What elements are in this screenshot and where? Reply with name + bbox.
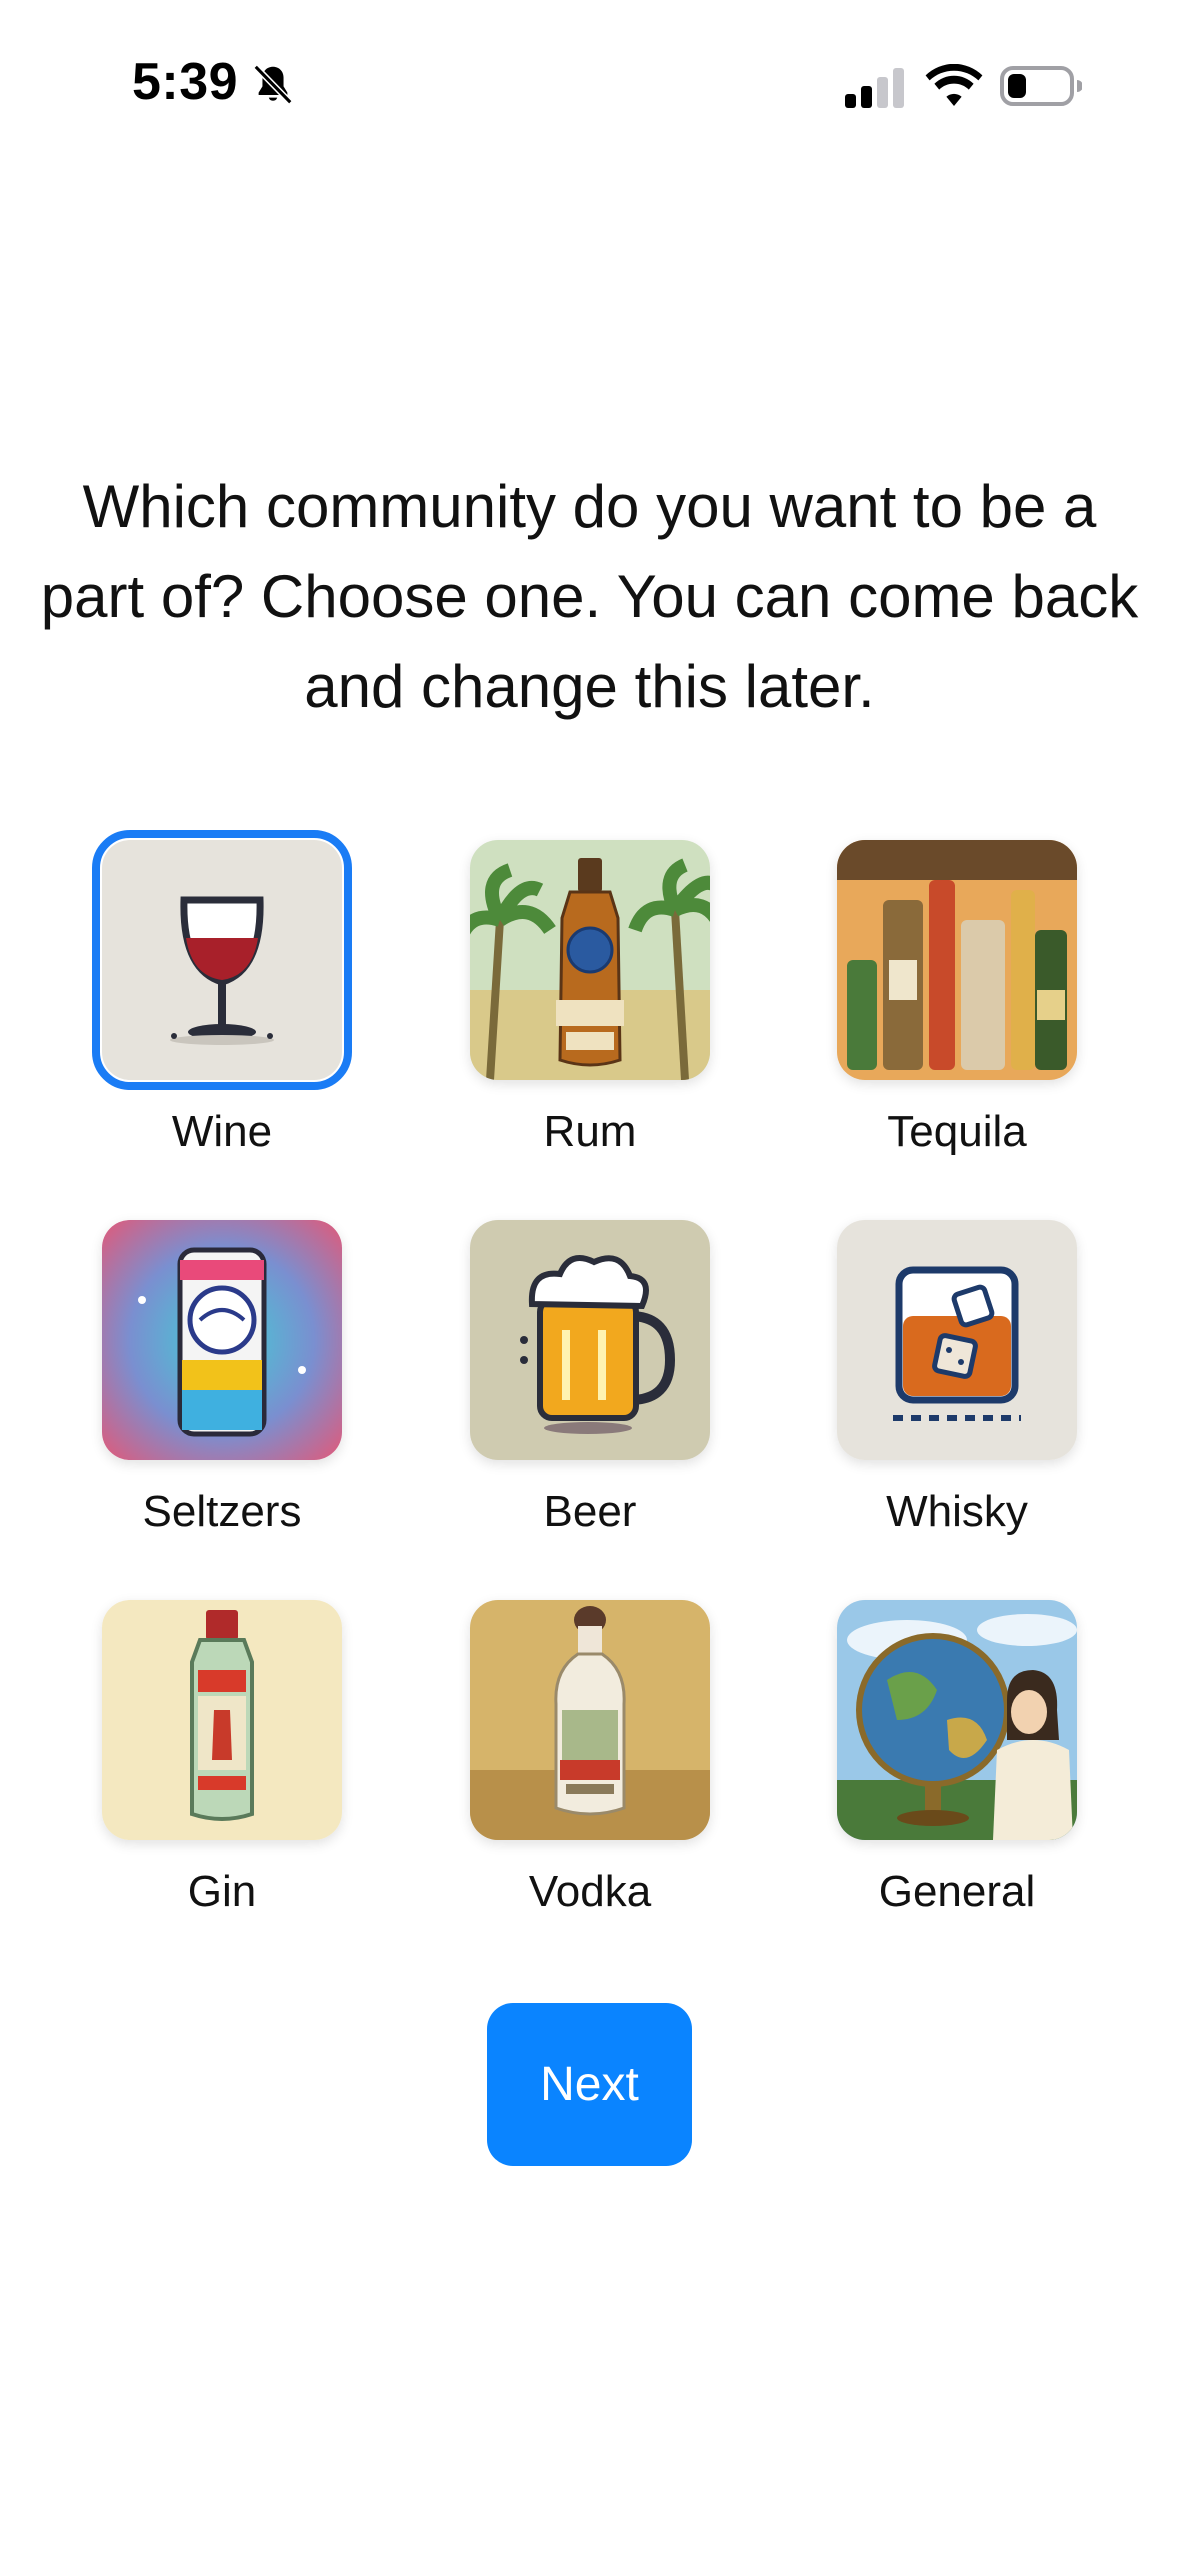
next-button[interactable]: Next <box>487 2003 692 2166</box>
status-time: 5:39 <box>132 53 239 111</box>
community-label: Rum <box>543 1107 637 1156</box>
community-label: Whisky <box>886 1487 1028 1536</box>
globe-icon <box>837 1600 1077 1840</box>
bell-slash-icon <box>253 64 293 105</box>
community-label: General <box>878 1867 1036 1916</box>
page-title: Which community do you want to be a part… <box>40 473 1139 720</box>
gin-bottle-icon <box>102 1600 342 1840</box>
community-label: Gin <box>187 1867 257 1916</box>
community-tile-vodka[interactable]: Vodka <box>460 1600 720 1918</box>
status-bar: 5:39 <box>0 0 1179 160</box>
battery-icon <box>1000 66 1082 106</box>
wifi-icon <box>925 64 983 106</box>
cellular-signal-icon <box>845 68 904 108</box>
community-tile-beer[interactable]: Beer <box>460 1220 720 1538</box>
community-tile-tequila[interactable]: Tequila <box>827 840 1087 1158</box>
community-tile-wine[interactable]: Wine <box>92 830 352 1158</box>
vodka-bottle-icon <box>470 1600 710 1840</box>
community-label: Wine <box>171 1107 273 1156</box>
whisky-glass-icon <box>837 1220 1077 1460</box>
community-tile-gin[interactable]: Gin <box>92 1600 352 1918</box>
community-selection-screen: 5:39 Which community do you want to be a… <box>0 0 1179 2556</box>
community-tile-rum[interactable]: Rum <box>460 840 720 1158</box>
community-tile-seltzers[interactable]: Seltzers <box>92 1220 352 1538</box>
community-tile-whisky[interactable]: Whisky <box>827 1220 1087 1538</box>
community-label: Tequila <box>887 1107 1027 1156</box>
community-tile-general[interactable]: General <box>827 1600 1087 1918</box>
beer-mug-icon <box>470 1220 710 1460</box>
seltzer-can-icon <box>102 1220 342 1460</box>
community-label: Seltzers <box>142 1487 302 1536</box>
community-label: Vodka <box>528 1867 652 1916</box>
tequila-bottles-icon <box>837 840 1077 1080</box>
community-label: Beer <box>543 1487 637 1536</box>
rum-bottle-icon <box>470 840 710 1080</box>
wine-glass-icon <box>92 830 352 1090</box>
